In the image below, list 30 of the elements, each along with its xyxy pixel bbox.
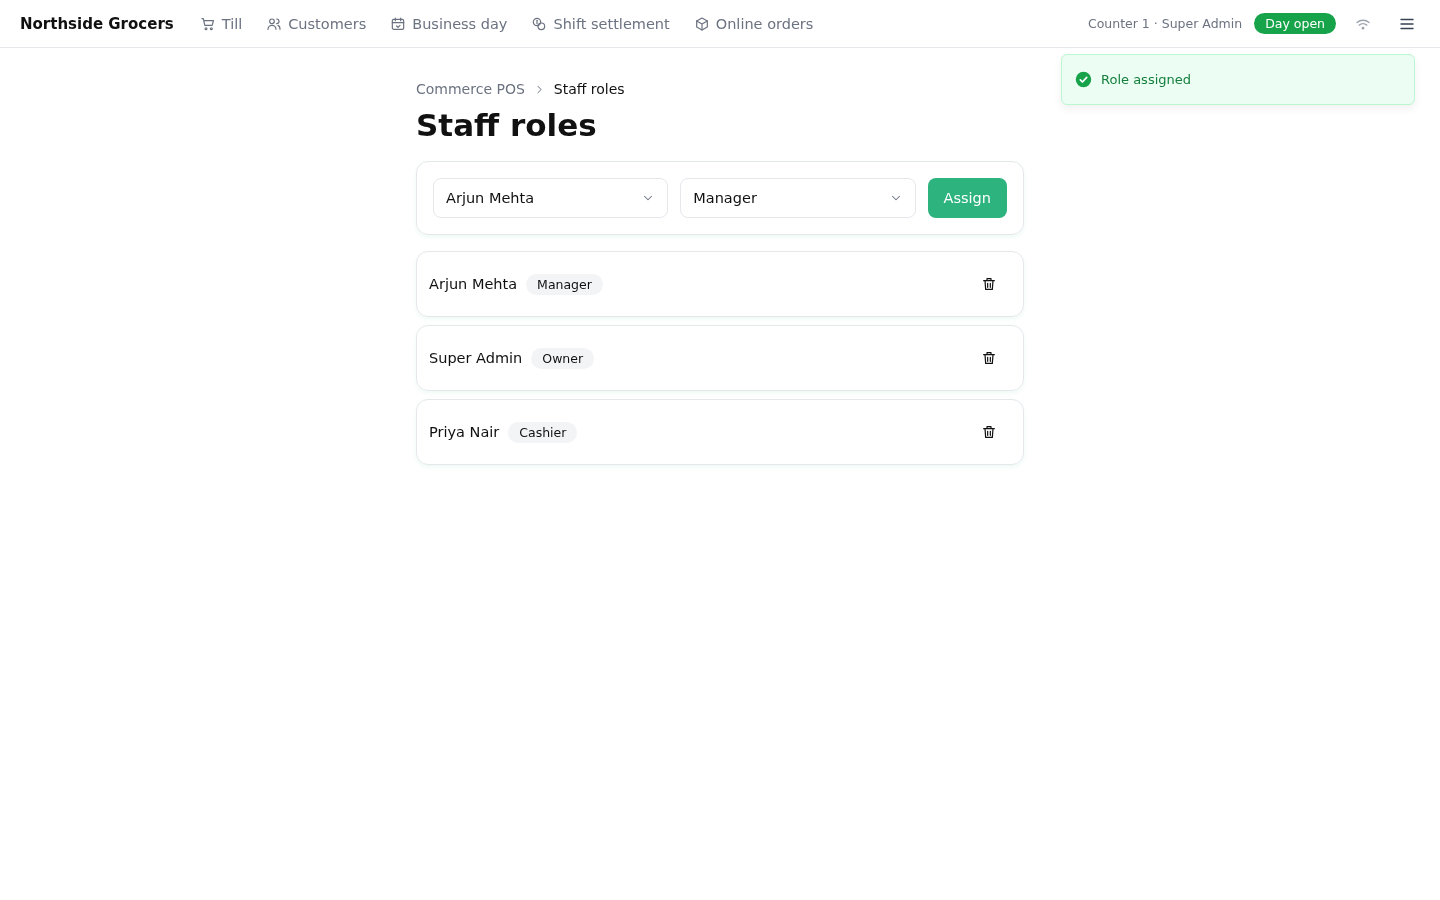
trash-icon xyxy=(981,424,997,440)
coins-icon xyxy=(531,15,548,32)
staff-name: Arjun Mehta xyxy=(429,276,518,292)
nav-link[interactable]: Online orders xyxy=(693,15,814,32)
cart-icon xyxy=(199,15,216,32)
brand-name: Northside Grocers xyxy=(20,14,174,33)
trash-icon xyxy=(981,350,997,366)
select-field[interactable]: Manager xyxy=(680,178,916,218)
session-label: Counter 1 · Super Admin xyxy=(1087,16,1243,31)
nav-link[interactable]: Till xyxy=(199,15,243,32)
calendar-icon xyxy=(390,15,407,32)
breadcrumb-link[interactable]: Commerce POS xyxy=(416,81,525,97)
role-tag: Manager xyxy=(526,273,603,295)
nav-link[interactable]: Shift settlement xyxy=(531,15,670,32)
role-tag: Cashier xyxy=(508,421,578,443)
page-title: Staff roles xyxy=(416,107,598,143)
toast-message: Role assigned xyxy=(1101,72,1191,87)
trash-icon xyxy=(981,276,997,292)
nav-link[interactable]: Customers xyxy=(266,15,367,32)
staff-name: Priya Nair xyxy=(429,424,500,440)
nav-link[interactable]: Business day xyxy=(390,15,508,32)
box-icon xyxy=(693,15,710,32)
assign-button[interactable]: Assign xyxy=(927,178,1007,218)
users-icon xyxy=(266,15,283,32)
select-field[interactable]: Arjun Mehta xyxy=(433,178,669,218)
day-status-badge: Day open xyxy=(1254,13,1336,34)
breadcrumb-current: Staff roles xyxy=(553,81,625,97)
check-circle-icon xyxy=(1075,71,1092,88)
role-tag: Owner xyxy=(531,347,595,369)
staff-name: Super Admin xyxy=(429,350,523,366)
